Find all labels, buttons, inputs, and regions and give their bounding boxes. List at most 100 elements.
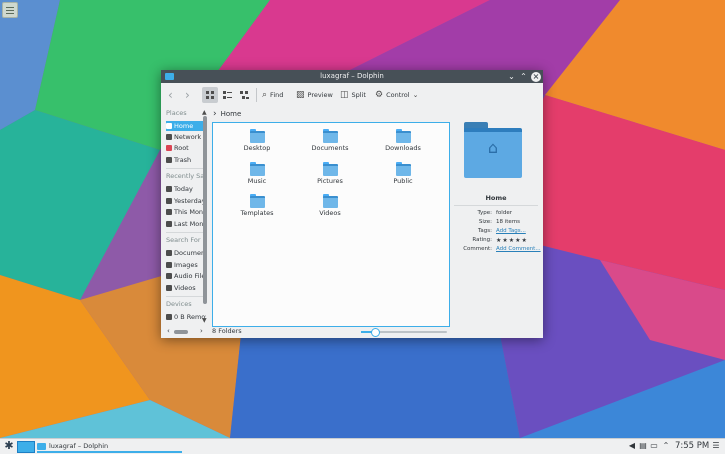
details-view-button[interactable] bbox=[236, 87, 252, 103]
breadcrumb-home[interactable]: Home bbox=[221, 110, 242, 118]
desktop-toolbox-button[interactable] bbox=[2, 2, 18, 18]
task-title: luxagraf – Dolphin bbox=[49, 442, 109, 450]
maximize-button[interactable]: ⌃ bbox=[518, 71, 529, 82]
info-comment-row: Comment: Add Comment... bbox=[452, 246, 540, 255]
image-icon bbox=[166, 262, 172, 268]
trash-icon bbox=[166, 157, 172, 163]
dolphin-window: luxagraf – Dolphin ⌄ ⌃ × ‹ › ⌕ Find ▨ Pr… bbox=[161, 70, 543, 338]
folder-icon bbox=[249, 129, 265, 143]
minimize-button[interactable]: ⌄ bbox=[506, 71, 517, 82]
status-bar: ‹ › 8 Folders bbox=[161, 325, 543, 338]
folder-item[interactable]: Documents bbox=[300, 129, 360, 159]
image-icon: ▨ bbox=[296, 90, 305, 100]
breadcrumb-separator-icon[interactable]: › bbox=[213, 109, 217, 119]
zoom-slider[interactable] bbox=[361, 328, 447, 337]
virtual-desktop-pager[interactable] bbox=[17, 441, 35, 453]
folder-icon bbox=[322, 194, 338, 208]
places-item-label: Last Month bbox=[174, 220, 206, 228]
places-item-last-month[interactable]: Last Month bbox=[166, 219, 206, 229]
scroll-right-icon[interactable]: › bbox=[200, 327, 203, 335]
places-vertical-scrollbar[interactable] bbox=[203, 112, 207, 320]
places-item-network[interactable]: Network bbox=[166, 132, 206, 142]
places-item-label: Images bbox=[174, 261, 198, 269]
panel-options-icon[interactable]: ☰ bbox=[711, 441, 721, 451]
info-rating-row: Rating: ★★★★★ bbox=[452, 237, 540, 246]
clock[interactable]: 7:55 PM bbox=[675, 441, 709, 451]
window-title: luxagraf – Dolphin bbox=[320, 72, 384, 80]
split-view-icon: ◫ bbox=[340, 90, 349, 100]
toolbar: ‹ › ⌕ Find ▨ Preview ◫ Split ⚙ Control ⌄ bbox=[161, 83, 543, 107]
folder-icon bbox=[395, 129, 411, 143]
places-item-yesterday[interactable]: Yesterday bbox=[166, 196, 206, 206]
scrollbar-thumb[interactable] bbox=[174, 330, 188, 334]
places-item-audio-files[interactable]: Audio Files bbox=[166, 271, 206, 281]
folder-home-icon: ⌂ bbox=[464, 122, 522, 178]
places-item-home[interactable]: Home bbox=[166, 121, 206, 131]
folder-icon bbox=[322, 162, 338, 176]
places-item-documents[interactable]: Documents bbox=[166, 248, 206, 258]
places-item-today[interactable]: Today bbox=[166, 184, 206, 194]
places-scroll-down-icon[interactable]: ▼ bbox=[202, 317, 207, 324]
clipboard-icon[interactable]: ▤ bbox=[638, 441, 648, 451]
places-item-this-month[interactable]: This Month bbox=[166, 207, 206, 217]
places-item-label: Root bbox=[174, 144, 189, 152]
places-separator bbox=[166, 168, 206, 169]
toolbar-separator bbox=[256, 88, 257, 102]
dolphin-app-icon bbox=[37, 442, 46, 450]
places-item-images[interactable]: Images bbox=[166, 260, 206, 270]
split-label: Split bbox=[351, 91, 366, 99]
network-icon bbox=[166, 134, 172, 140]
places-item-root[interactable]: Root bbox=[166, 143, 206, 153]
add-comment-link[interactable]: Add Comment... bbox=[496, 246, 541, 252]
find-button[interactable]: ⌕ Find bbox=[262, 87, 283, 103]
info-divider bbox=[454, 205, 538, 206]
control-menu-button[interactable]: ⚙ Control ⌄ bbox=[375, 87, 418, 103]
folder-item[interactable]: Pictures bbox=[300, 162, 360, 192]
preview-label: Preview bbox=[307, 91, 333, 99]
places-item-label: Audio Files bbox=[174, 272, 206, 280]
split-button[interactable]: ◫ Split bbox=[340, 87, 366, 103]
folder-icon bbox=[322, 129, 338, 143]
places-item-trash[interactable]: Trash bbox=[166, 155, 206, 165]
display-icon[interactable]: ▭ bbox=[649, 441, 659, 451]
folder-item[interactable]: Templates bbox=[227, 194, 287, 224]
recently-saved-section-title: Recently Saved bbox=[166, 172, 207, 180]
folder-item[interactable]: Downloads bbox=[373, 129, 433, 159]
find-label: Find bbox=[270, 91, 284, 99]
icons-view-button[interactable] bbox=[202, 87, 218, 103]
folder-item[interactable]: Music bbox=[227, 162, 287, 192]
folder-icon bbox=[395, 162, 411, 176]
add-tags-link[interactable]: Add Tags... bbox=[496, 228, 526, 234]
folder-icon-view[interactable]: Desktop Documents Downloads Music Pictures Pu… bbox=[212, 122, 450, 327]
compact-view-button[interactable] bbox=[219, 87, 235, 103]
rating-stars[interactable]: ★★★★★ bbox=[496, 237, 528, 244]
scroll-left-icon[interactable]: ‹ bbox=[167, 327, 170, 335]
document-icon bbox=[166, 250, 172, 256]
application-launcher-icon[interactable]: ✱ bbox=[3, 440, 15, 452]
info-type-value: folder bbox=[496, 210, 512, 216]
folder-label: Videos bbox=[319, 209, 341, 217]
back-button[interactable]: ‹ bbox=[168, 87, 173, 103]
preview-button[interactable]: ▨ Preview bbox=[296, 87, 333, 103]
places-item-label: Today bbox=[174, 185, 193, 193]
info-type-key: Type: bbox=[477, 210, 493, 216]
scrollbar-thumb[interactable] bbox=[203, 116, 207, 304]
video-icon bbox=[166, 285, 172, 291]
places-item-videos[interactable]: Videos bbox=[166, 283, 206, 293]
expand-tray-icon[interactable]: ⌃ bbox=[661, 441, 671, 451]
window-titlebar[interactable]: luxagraf – Dolphin ⌄ ⌃ × bbox=[161, 70, 543, 83]
close-button[interactable]: × bbox=[531, 72, 541, 82]
folder-label: Templates bbox=[240, 209, 274, 217]
task-dolphin[interactable]: luxagraf – Dolphin bbox=[37, 439, 182, 453]
folder-item[interactable]: Public bbox=[373, 162, 433, 192]
places-item-removable-media[interactable]: 0 B Removable Media bbox=[166, 312, 206, 322]
zoom-slider-handle[interactable] bbox=[370, 328, 380, 337]
volume-icon[interactable]: ◀ bbox=[627, 441, 637, 451]
folder-item[interactable]: Videos bbox=[300, 194, 360, 224]
places-item-label: Network bbox=[174, 133, 202, 141]
folder-label: Public bbox=[393, 177, 413, 185]
folder-item[interactable]: Desktop bbox=[227, 129, 287, 159]
places-horizontal-scrollbar[interactable]: ‹ › bbox=[167, 327, 207, 335]
forward-button[interactable]: › bbox=[185, 87, 190, 103]
info-type-row: Type: folder bbox=[452, 210, 540, 219]
